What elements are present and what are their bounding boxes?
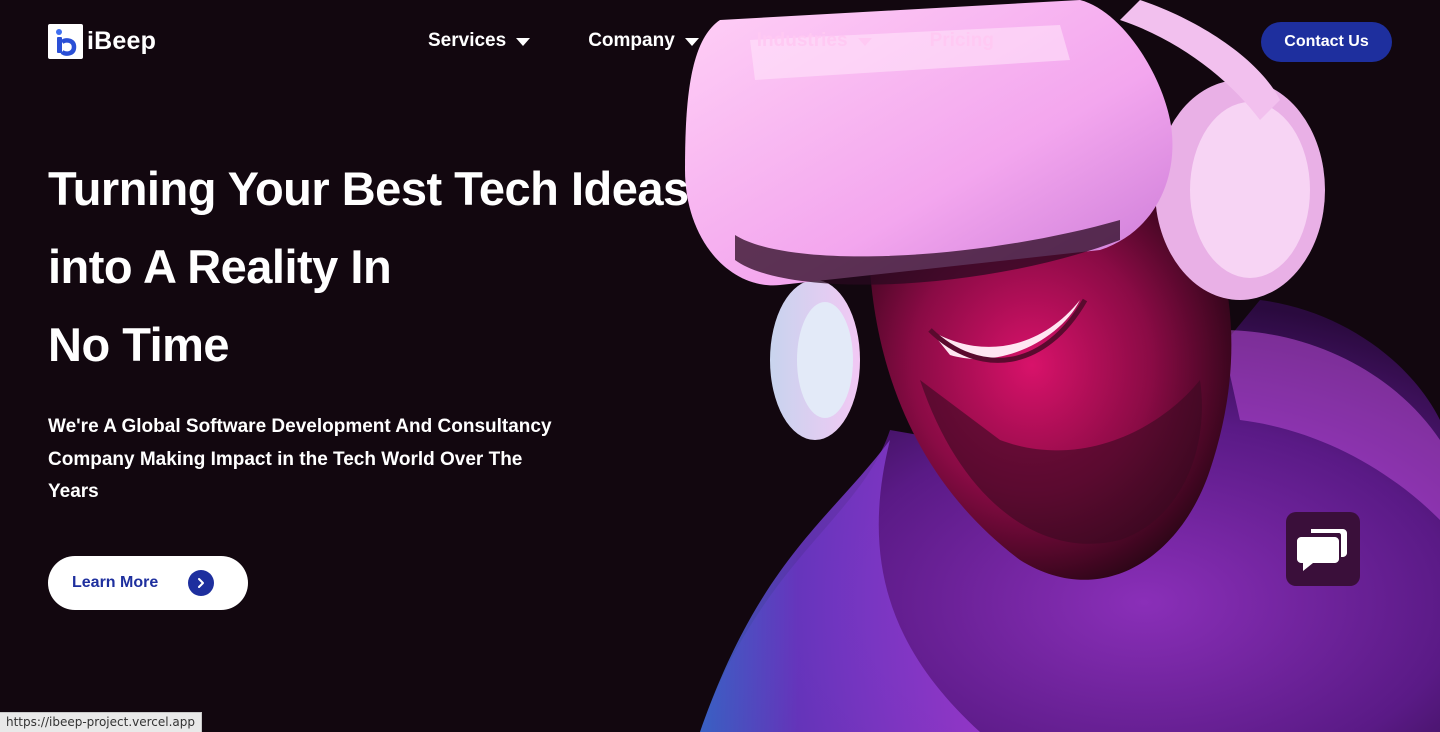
learn-more-button[interactable]: Learn More	[48, 556, 248, 610]
nav-item-label: Services	[428, 30, 507, 51]
chevron-right-icon	[188, 570, 214, 596]
nav-item-label: Company	[588, 30, 675, 51]
status-bar-url: https://ibeep-project.vercel.app	[0, 712, 203, 732]
nav-item-label: Pricing	[929, 30, 994, 51]
caret-down-icon	[684, 38, 699, 46]
main-nav: Services Company Industries Pricing	[428, 30, 994, 52]
landing-page: iBeep Services Company Industries Pricin…	[0, 0, 1440, 732]
learn-more-label: Learn More	[72, 574, 159, 591]
caret-down-icon	[857, 38, 872, 46]
hero-headline: Turning Your Best Tech Ideas into A Real…	[48, 150, 748, 384]
caret-down-icon	[516, 38, 531, 46]
hero-headline-line: Turning Your Best Tech Ideas	[48, 162, 689, 215]
contact-us-button[interactable]: Contact Us	[1261, 22, 1392, 62]
nav-item-industries[interactable]: Industries	[757, 30, 872, 52]
brand-name: iBeep	[87, 27, 157, 55]
hero-subtext: We're A Global Software Development And …	[48, 416, 552, 502]
chat-bubbles-icon	[1297, 529, 1347, 571]
hero-headline-line: into A Reality In	[48, 240, 392, 293]
nav-item-company[interactable]: Company	[588, 30, 699, 52]
ibeep-logo-icon	[48, 24, 83, 59]
nav-item-label: Industries	[756, 30, 848, 51]
chat-widget-button[interactable]	[1286, 512, 1360, 586]
brand-logo-link[interactable]: iBeep	[48, 24, 156, 59]
hero-headline-line: No Time	[48, 318, 230, 371]
site-header: iBeep Services Company Industries Pricin…	[0, 0, 1440, 84]
nav-item-services[interactable]: Services	[428, 30, 531, 52]
nav-item-pricing[interactable]: Pricing	[930, 30, 994, 52]
